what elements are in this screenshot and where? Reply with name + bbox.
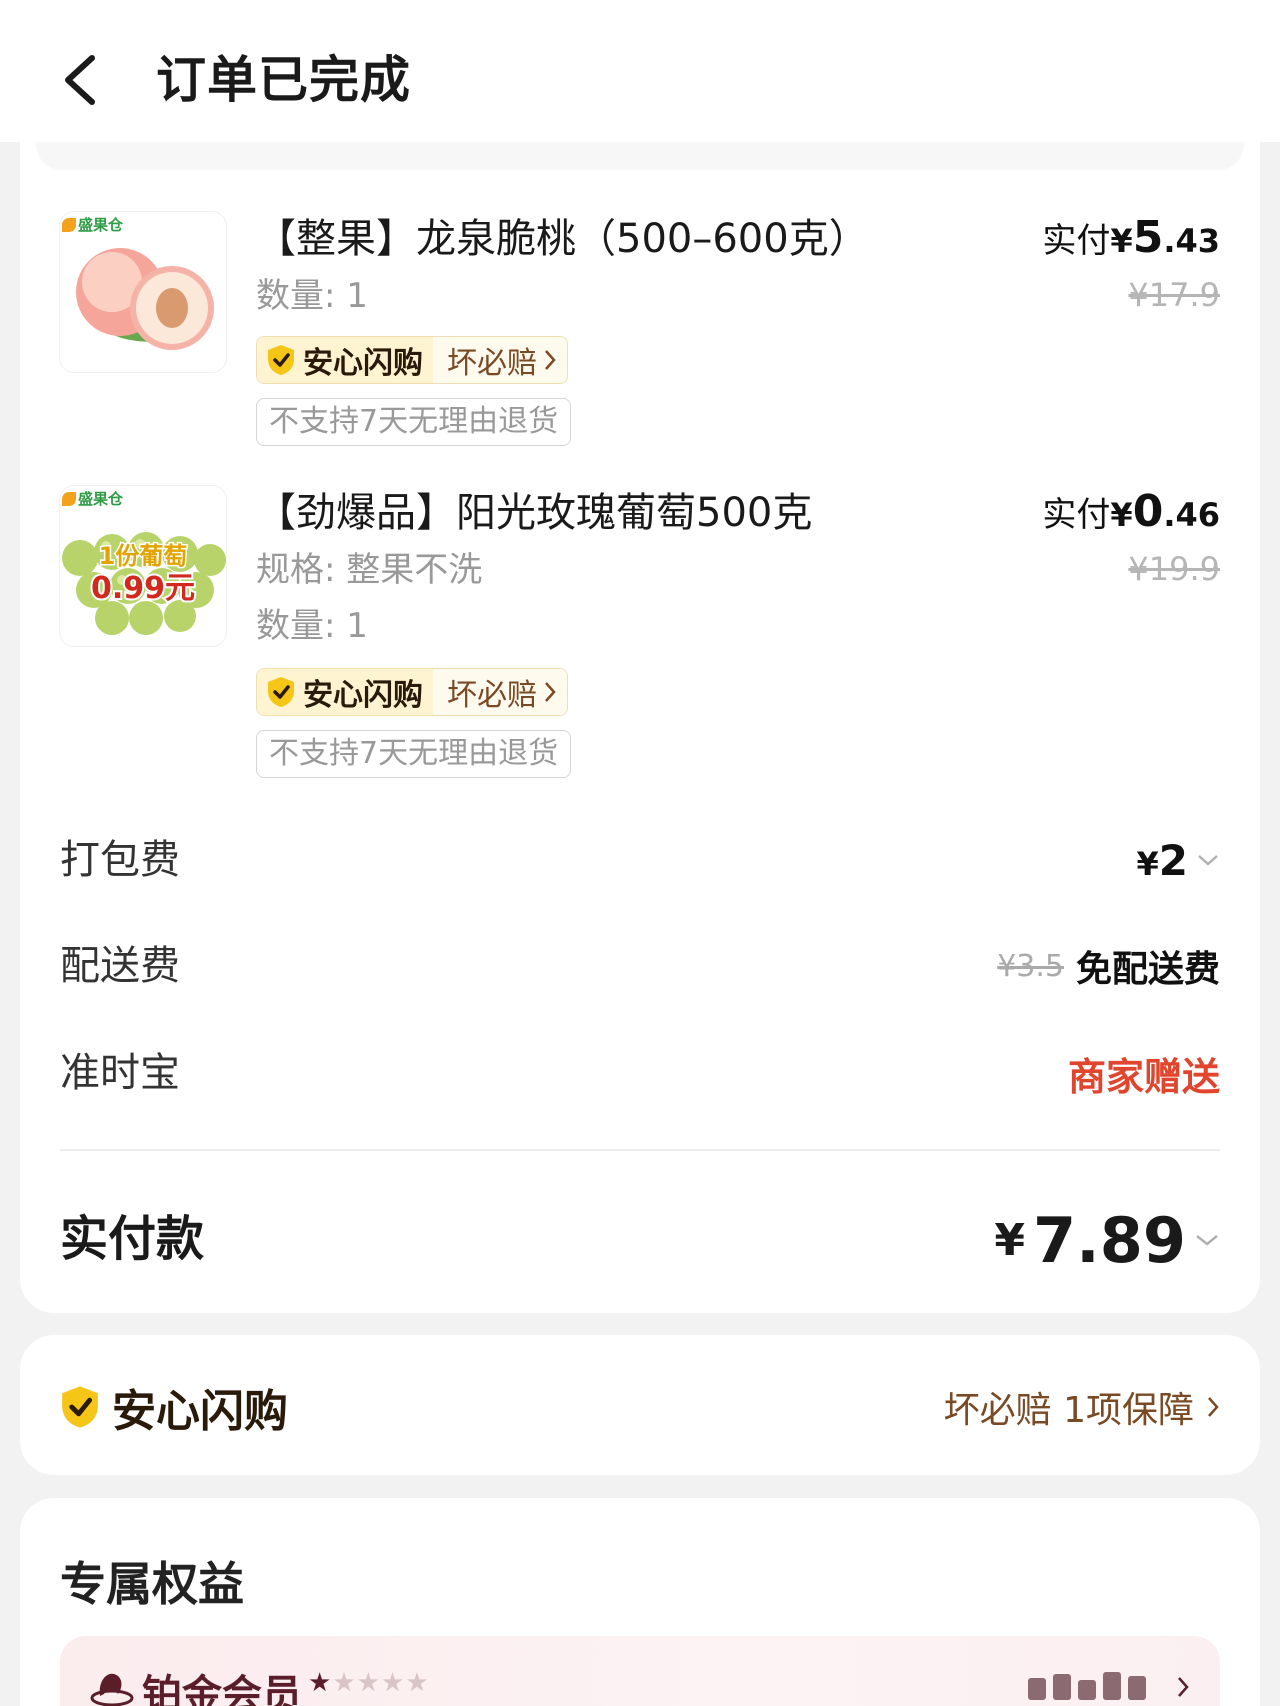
- guard-badge-link: 坏必赔: [433, 337, 567, 383]
- delivery-fee-row: 配送费 ¥3.5 免配送费: [60, 936, 1220, 996]
- product-item-peach: 盛果仓 【整果】龙泉脆桃（500–600克） 数量: 1 安心闪购 坏必赔 不支…: [60, 212, 1220, 452]
- product-spec: 规格: 整果不洗: [256, 550, 483, 590]
- guard-badge-label: 安心闪购: [257, 337, 433, 383]
- guard-badge-link: 坏必赔: [433, 669, 567, 715]
- benefits-title: 专属权益: [60, 1557, 244, 1611]
- member-level-icon: [1028, 1672, 1146, 1700]
- peach-image: [76, 248, 214, 350]
- header-bar: 订单已完成: [0, 0, 1280, 142]
- delivery-fee-value: ¥3.5 免配送费: [997, 936, 1220, 996]
- delivery-original-fee: ¥3.5: [997, 948, 1064, 984]
- ontime-row: 准时宝 商家赠送: [60, 1043, 1220, 1103]
- image-caption-1: 1份葡萄: [99, 542, 188, 570]
- paid-price: 实付¥0.46: [1042, 486, 1220, 537]
- product-item-grape: 1份葡萄 0.99元 盛果仓 【劲爆品】阳光玫瑰葡萄500克 规格: 整果不洗 …: [60, 486, 1220, 786]
- original-price: ¥17.9: [1128, 276, 1220, 314]
- grape-image: 1份葡萄 0.99元: [62, 532, 226, 635]
- total-row: 实付款 ¥7.89: [60, 1200, 1220, 1280]
- ontime-label: 准时宝: [60, 1050, 180, 1096]
- product-quantity: 数量: 1: [256, 276, 368, 316]
- product-name[interactable]: 【整果】龙泉脆桃（500–600克）: [256, 212, 869, 266]
- brand-logo: 盛果仓: [62, 490, 123, 508]
- chevron-right-icon: [1178, 1677, 1189, 1697]
- guard-badge-label: 安心闪购: [257, 669, 433, 715]
- brand-logo: 盛果仓: [62, 216, 123, 234]
- page-title: 订单已完成: [156, 51, 411, 109]
- chevron-down-icon: [1198, 855, 1218, 866]
- guarantee-title: 安心闪购: [58, 1375, 288, 1439]
- return-policy-tag: 不支持7天无理由退货: [256, 398, 572, 446]
- paid-price: 实付¥5.43: [1042, 212, 1220, 263]
- member-star-rating: ★★★★★: [308, 1668, 430, 1698]
- back-button[interactable]: [58, 48, 114, 112]
- chevron-right-icon: [545, 682, 556, 702]
- divider: [60, 1149, 1220, 1151]
- return-policy-tag: 不支持7天无理由退货: [256, 730, 572, 778]
- guard-badge[interactable]: 安心闪购 坏必赔: [256, 336, 568, 384]
- original-price: ¥19.9: [1128, 550, 1220, 588]
- packing-fee-value: ¥2: [1137, 830, 1221, 890]
- shield-check-icon: [62, 1386, 98, 1428]
- delivery-fee-label: 配送费: [60, 943, 180, 989]
- free-delivery-text: 免配送费: [1075, 949, 1220, 990]
- total-label: 实付款: [60, 1211, 205, 1267]
- chevron-right-icon: [545, 350, 556, 370]
- guarantee-card[interactable]: 安心闪购 坏必赔 1项保障: [20, 1335, 1260, 1475]
- order-card-top-strip: [36, 142, 1244, 170]
- chevron-left-icon: [65, 55, 95, 105]
- product-image-grape[interactable]: 1份葡萄 0.99元 盛果仓: [60, 486, 226, 646]
- shield-check-icon: [268, 345, 294, 375]
- benefits-card: 专属权益 铂金会员 ★★★★★: [20, 1498, 1260, 1706]
- packing-fee-row[interactable]: 打包费 ¥2: [60, 830, 1220, 890]
- product-image-peach[interactable]: 盛果仓: [60, 212, 226, 372]
- packing-fee-label: 打包费: [60, 837, 180, 883]
- member-crest-icon: [90, 1673, 134, 1706]
- product-quantity: 数量: 1: [256, 606, 368, 646]
- shield-check-icon: [268, 677, 294, 707]
- chevron-down-icon: [1196, 1235, 1218, 1246]
- chevron-right-icon: [1208, 1397, 1219, 1417]
- total-amount[interactable]: ¥7.89: [994, 1200, 1220, 1280]
- image-caption-2: 0.99元: [91, 571, 195, 606]
- guard-badge[interactable]: 安心闪购 坏必赔: [256, 668, 568, 716]
- product-name[interactable]: 【劲爆品】阳光玫瑰葡萄500克: [256, 486, 812, 540]
- guarantee-link[interactable]: 坏必赔 1项保障: [944, 1381, 1220, 1433]
- ontime-value: 商家赠送: [1067, 1054, 1220, 1099]
- member-bar[interactable]: 铂金会员 ★★★★★: [60, 1636, 1220, 1706]
- member-tier-name: 铂金会员: [142, 1672, 302, 1706]
